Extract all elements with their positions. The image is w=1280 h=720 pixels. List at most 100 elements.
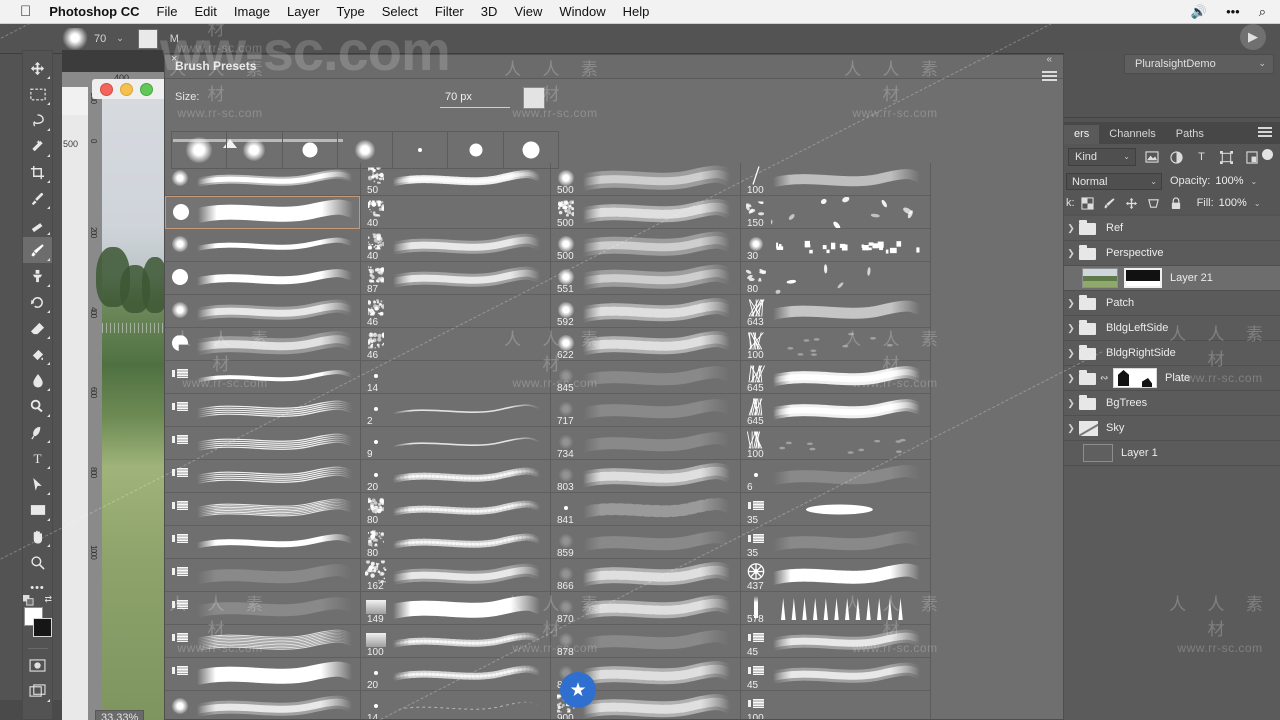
airbrush-icon[interactable] — [138, 29, 158, 49]
menu-help[interactable]: Help — [623, 4, 650, 19]
dodge-tool[interactable] — [23, 393, 52, 419]
layer-row[interactable]: ❯ ∾ Plate — [1064, 366, 1280, 391]
brush-preset-row[interactable]: 100 — [741, 163, 930, 196]
expand-arrow-icon[interactable]: ❯ — [1064, 348, 1078, 359]
brush-preset-row[interactable]: 35 — [741, 493, 930, 526]
chevron-down-icon[interactable]: ⌄ — [1251, 177, 1258, 186]
brush-preset-row[interactable]: 870 — [551, 592, 740, 625]
menu-layer[interactable]: Layer — [287, 4, 320, 19]
expand-arrow-icon[interactable]: ❯ — [1064, 248, 1078, 259]
chevron-down-icon[interactable]: ⌄ — [116, 33, 124, 44]
brush-preset-row[interactable] — [165, 559, 360, 592]
type-filter-icon[interactable]: T — [1192, 149, 1211, 166]
filter-kind-dropdown[interactable]: Kind ⌄ — [1068, 148, 1136, 166]
background-color-swatch[interactable] — [33, 618, 52, 637]
size-value[interactable]: 70 px — [445, 91, 472, 103]
brush-preset-row[interactable]: 845 — [551, 361, 740, 394]
brush-preset-row[interactable] — [165, 526, 360, 559]
brush-preset-row[interactable] — [165, 196, 360, 229]
marquee-tool[interactable] — [23, 81, 52, 107]
tab-paths[interactable]: Paths — [1166, 125, 1214, 144]
tab-layers[interactable]: ers — [1064, 125, 1099, 144]
layer-thumbnail[interactable] — [1082, 268, 1118, 288]
brush-preset-row[interactable]: 734 — [551, 427, 740, 460]
brush-preset-row[interactable]: 100 — [741, 328, 930, 361]
lock-all-icon[interactable] — [1167, 195, 1185, 211]
brush-preview-thumbnail[interactable] — [62, 28, 88, 50]
minimize-button[interactable] — [120, 83, 133, 96]
brush-preset-row[interactable] — [165, 328, 360, 361]
menu-view[interactable]: View — [514, 4, 542, 19]
expand-arrow-icon[interactable]: ❯ — [1064, 398, 1078, 409]
brush-preset-row[interactable]: 46 — [361, 328, 550, 361]
pixel-filter-icon[interactable] — [1142, 149, 1161, 166]
brush-presets-grid[interactable]: 50 40 40 87 46 46 14 2 9 20 80 80 162 149 100 20 14 500 50… — [165, 163, 1064, 720]
expand-arrow-icon[interactable]: ❯ — [1064, 323, 1078, 334]
brush-presets-header[interactable]: × Brush Presets « — [165, 55, 1064, 79]
brush-preset-row[interactable]: 100 — [741, 427, 930, 460]
menu-select[interactable]: Select — [382, 4, 418, 19]
rectangle-tool[interactable] — [23, 497, 52, 523]
smart-object-filter-icon[interactable] — [1242, 149, 1261, 166]
menu-filter[interactable]: Filter — [435, 4, 464, 19]
brush-preset-row[interactable] — [165, 262, 360, 295]
control-center-icon[interactable]: ••• — [1226, 5, 1240, 18]
brush-preset-row[interactable]: 149 — [361, 592, 550, 625]
canvas-image[interactable] — [102, 87, 164, 720]
lock-artboard-icon[interactable] — [1145, 195, 1163, 211]
document-window[interactable]: 400 500 -200 0 200 400 600 800 1000 — [62, 50, 164, 720]
collapse-icon[interactable]: « — [1046, 54, 1051, 65]
brush-preset-row[interactable]: 2 — [361, 394, 550, 427]
menu-edit[interactable]: Edit — [194, 4, 216, 19]
brush-preset-row[interactable]: 643 — [741, 295, 930, 328]
brush-preset-row[interactable]: 500 — [551, 229, 740, 262]
brush-tool[interactable] — [23, 237, 52, 263]
lock-image-icon[interactable] — [1101, 195, 1119, 211]
menu-window[interactable]: Window — [559, 4, 605, 19]
brush-preset-row[interactable]: 878 — [551, 625, 740, 658]
eraser-tool[interactable] — [23, 315, 52, 341]
brush-preset-row[interactable]: 551 — [551, 262, 740, 295]
filter-toggle[interactable] — [1262, 149, 1273, 166]
brush-preset-row[interactable]: 80 — [741, 262, 930, 295]
brush-size-value[interactable]: 70 — [94, 33, 106, 45]
zoom-level-label[interactable]: 33.33% — [95, 710, 144, 720]
maximize-button[interactable] — [140, 83, 153, 96]
brush-preset-row[interactable]: 578 — [741, 592, 930, 625]
brush-preset-row[interactable]: 35 — [741, 526, 930, 559]
fill-value[interactable]: 100% — [1219, 197, 1247, 209]
brush-preset-row[interactable] — [165, 592, 360, 625]
quick-mask-icon[interactable] — [23, 652, 52, 678]
brush-preset-row[interactable]: 803 — [551, 460, 740, 493]
brush-preset-row[interactable]: 500 — [551, 196, 740, 229]
brush-preset-row[interactable] — [165, 427, 360, 460]
brush-preset-row[interactable] — [165, 493, 360, 526]
brush-preset-row[interactable]: 40 — [361, 196, 550, 229]
layer-row[interactable]: ❯ Sky — [1064, 416, 1280, 441]
panel-menu-icon[interactable] — [1258, 127, 1272, 137]
layer-row[interactable]: ❯ BldgLeftSide — [1064, 316, 1280, 341]
lock-position-icon[interactable] — [1123, 195, 1141, 211]
shape-filter-icon[interactable] — [1217, 149, 1236, 166]
layer-thumbnail[interactable] — [1083, 444, 1113, 462]
swap-colors-icon[interactable]: ⇄ — [44, 594, 52, 605]
apple-logo-icon[interactable]:  — [20, 4, 31, 19]
brush-preset-row[interactable]: 866 — [551, 559, 740, 592]
brush-preset-row[interactable]: 80 — [361, 526, 550, 559]
brush-preset-row[interactable]: 9 — [361, 427, 550, 460]
zoom-tool[interactable] — [23, 549, 52, 575]
brush-preset-row[interactable] — [165, 460, 360, 493]
layer-mask-thumbnail[interactable] — [1113, 368, 1157, 388]
app-name-label[interactable]: Photoshop CC — [49, 4, 139, 19]
brush-preset-row[interactable] — [165, 394, 360, 427]
brush-preset-row[interactable]: 20 — [361, 460, 550, 493]
brush-preset-row[interactable]: 50 — [361, 163, 550, 196]
brush-preset-row[interactable] — [165, 625, 360, 658]
brush-preset-row[interactable]: 150 — [741, 196, 930, 229]
clone-stamp-tool[interactable] — [23, 263, 52, 289]
layer-row[interactable]: Layer 1 — [1064, 441, 1280, 466]
layer-row[interactable]: ❯ BldgRightSide — [1064, 341, 1280, 366]
brush-preset-row[interactable]: 100 — [361, 625, 550, 658]
volume-icon[interactable]: 🔊 — [1191, 5, 1207, 18]
brush-preset-row[interactable]: 45 — [741, 658, 930, 691]
